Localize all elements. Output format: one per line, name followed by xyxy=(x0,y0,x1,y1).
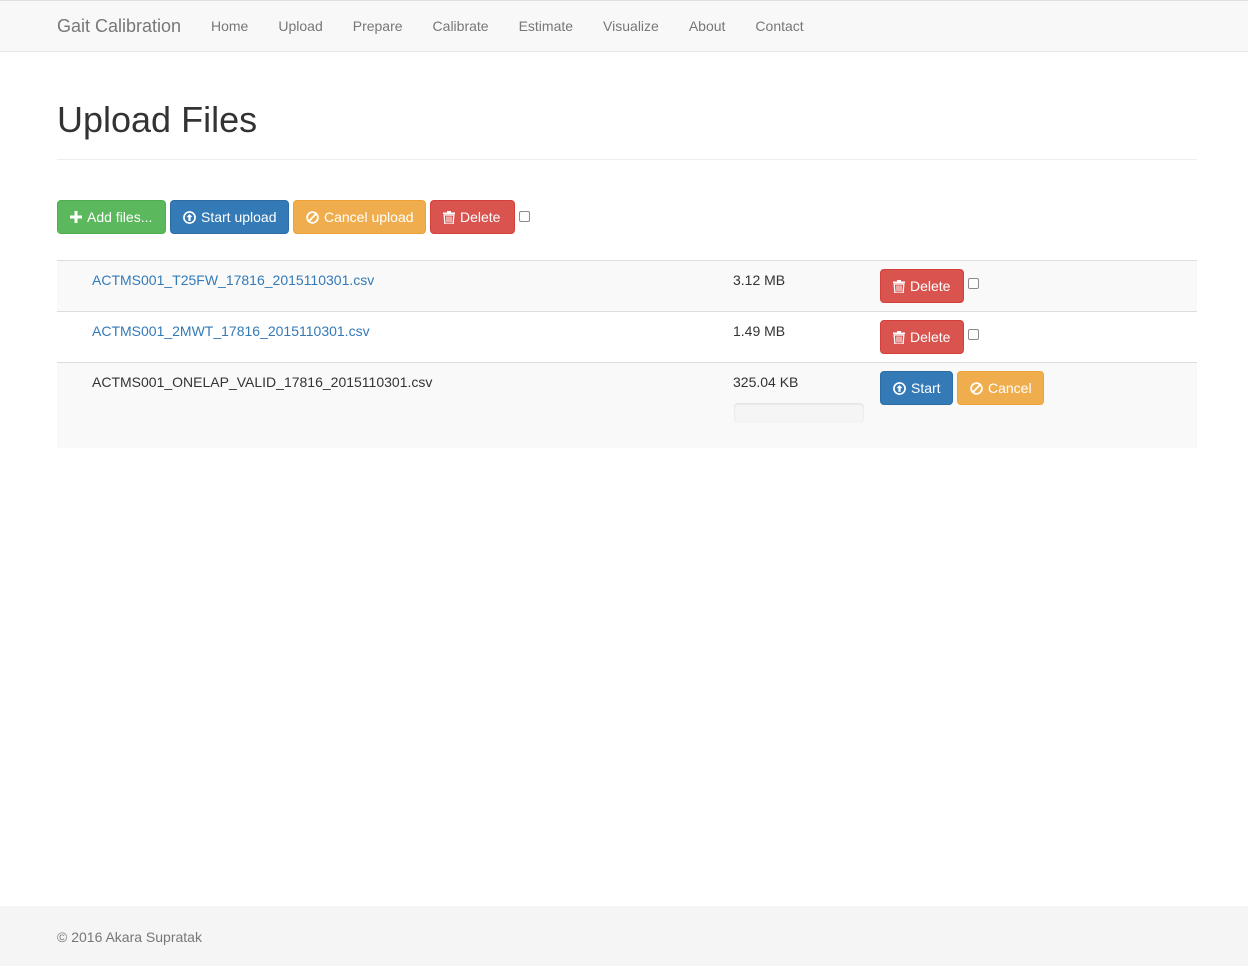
table-row: ACTMS001_2MWT_17816_2015110301.csv 1.49 … xyxy=(57,311,1197,362)
nav-item-home[interactable]: Home xyxy=(196,1,263,52)
add-files-label: Add files... xyxy=(87,209,153,225)
circle-arrow-up-icon xyxy=(183,210,196,224)
row-select-checkbox[interactable] xyxy=(968,278,979,289)
trash-icon xyxy=(443,210,455,224)
nav-item-upload[interactable]: Upload xyxy=(263,1,337,52)
cancel-upload-button[interactable]: Cancel upload xyxy=(293,200,426,234)
circle-arrow-up-icon xyxy=(893,381,906,395)
footer-copyright: © 2016 Akara Supratak xyxy=(57,929,202,945)
file-size: 325.04 KB xyxy=(733,374,799,390)
row-start-label: Start xyxy=(911,380,941,396)
upload-progress-bar xyxy=(734,403,864,423)
delete-label: Delete xyxy=(460,209,501,225)
trash-icon xyxy=(893,330,905,344)
add-files-button[interactable]: Add files... xyxy=(57,200,166,234)
select-all-checkbox[interactable] xyxy=(519,211,530,222)
row-cancel-label: Cancel xyxy=(988,380,1032,396)
nav-item-prepare[interactable]: Prepare xyxy=(338,1,418,52)
row-delete-button[interactable]: Delete xyxy=(880,320,964,354)
navbar: Gait Calibration Home Upload Prepare Cal… xyxy=(0,0,1248,52)
row-delete-label: Delete xyxy=(910,278,951,294)
file-name-link[interactable]: ACTMS001_2MWT_17816_2015110301.csv xyxy=(92,322,370,340)
table-row: ACTMS001_T25FW_17816_2015110301.csv 3.12… xyxy=(57,260,1197,311)
cancel-upload-label: Cancel upload xyxy=(324,209,414,225)
file-name: ACTMS001_ONELAP_VALID_17816_2015110301.c… xyxy=(92,374,433,390)
row-delete-button[interactable]: Delete xyxy=(880,269,964,303)
ban-circle-icon xyxy=(970,381,983,395)
title-divider xyxy=(57,159,1197,160)
trash-icon xyxy=(893,279,905,293)
nav-item-estimate[interactable]: Estimate xyxy=(504,1,588,52)
file-size: 3.12 MB xyxy=(733,272,786,288)
table-row: ACTMS001_ONELAP_VALID_17816_2015110301.c… xyxy=(57,362,1197,448)
footer: © 2016 Akara Supratak xyxy=(0,906,1248,966)
page-title: Upload Files xyxy=(57,99,258,140)
row-cancel-button[interactable]: Cancel xyxy=(957,371,1044,405)
nav-item-visualize[interactable]: Visualize xyxy=(588,1,674,52)
delete-button[interactable]: Delete xyxy=(430,200,515,234)
nav-menu: Home Upload Prepare Calibrate Estimate V… xyxy=(196,1,819,52)
row-delete-label: Delete xyxy=(910,329,951,345)
file-name-link[interactable]: ACTMS001_T25FW_17816_2015110301.csv xyxy=(92,271,374,289)
row-select-checkbox[interactable] xyxy=(968,329,979,340)
start-upload-button[interactable]: Start upload xyxy=(170,200,289,234)
navbar-brand[interactable]: Gait Calibration xyxy=(57,16,181,36)
ban-circle-icon xyxy=(306,210,319,224)
file-size: 1.49 MB xyxy=(733,323,786,339)
nav-item-contact[interactable]: Contact xyxy=(740,1,818,52)
nav-item-calibrate[interactable]: Calibrate xyxy=(418,1,504,52)
start-upload-label: Start upload xyxy=(201,209,277,225)
plus-icon xyxy=(70,211,82,223)
row-start-button[interactable]: Start xyxy=(880,371,953,405)
nav-item-about[interactable]: About xyxy=(674,1,741,52)
